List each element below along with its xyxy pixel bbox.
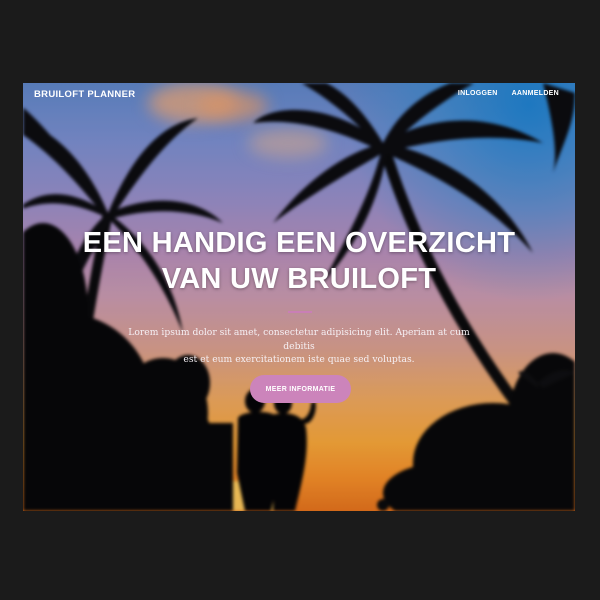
- brand-logo-link[interactable]: BRUILOFT PLANNER: [34, 89, 135, 100]
- hero-lead-text: Lorem ipsum dolor sit amet, consectetur …: [119, 326, 479, 367]
- top-nav: INLOGGEN AANMELDEN: [458, 90, 559, 97]
- hero-lead-line-2: est et eum exercitationem iste quae sed …: [183, 354, 415, 365]
- hero-section: BRUILOFT PLANNER INLOGGEN AANMELDEN EEN …: [23, 83, 575, 511]
- nav-signup-link[interactable]: AANMELDEN: [512, 90, 559, 97]
- hero-overlay: [23, 83, 575, 511]
- title-divider: [288, 311, 312, 313]
- hero-title: EEN HANDIG EEN OVERZICHT VAN UW BRUILOFT: [23, 225, 575, 297]
- hero-title-line-1: EEN HANDIG EEN OVERZICHT: [82, 227, 516, 259]
- hero-title-line-2: VAN UW BRUILOFT: [161, 263, 437, 295]
- more-info-button[interactable]: MEER INFORMATIE: [250, 375, 351, 403]
- hero-lead-line-1: Lorem ipsum dolor sit amet, consectetur …: [128, 327, 470, 352]
- nav-login-link[interactable]: INLOGGEN: [458, 90, 498, 97]
